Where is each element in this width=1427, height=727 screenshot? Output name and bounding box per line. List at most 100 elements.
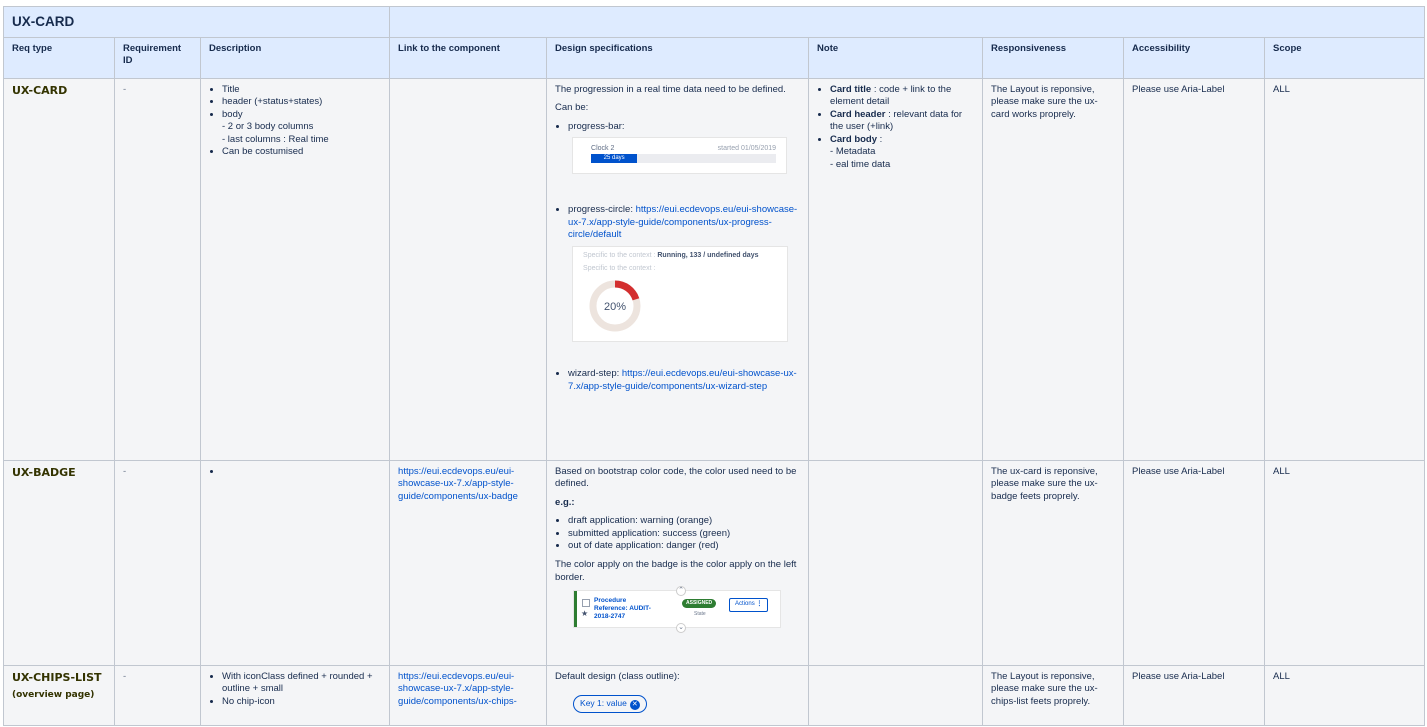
section-title: UX-CARD — [2, 6, 391, 38]
design-intro: The progression in a real time data need… — [555, 83, 786, 95]
responsiveness-cell: The Layout is reponsive, please make sur… — [982, 77, 1125, 461]
header-description: Description — [199, 36, 391, 79]
header-design: Design specifications — [546, 36, 810, 79]
eg-label: e.g.: — [555, 496, 575, 508]
section-title-row: UX-CARD — [2, 6, 1426, 38]
req-type-cell: UX-CHIPS-LIST (overview page) — [3, 664, 115, 726]
list-item: draft application: warning (orange) — [568, 515, 800, 528]
header-req-type: Req type — [3, 36, 115, 79]
progress-circle-percent: 20% — [604, 301, 626, 313]
requirements-table: UX-CARD Req type Requirement ID Descript… — [2, 6, 1426, 726]
req-type-label: UX-CHIPS-LIST — [12, 670, 102, 684]
list-item — [222, 466, 381, 479]
progress-bar-label: progress-bar: — [568, 121, 800, 134]
accessibility-cell: Please use Aria-Label — [1123, 77, 1266, 461]
sub-item: - eal time data — [830, 159, 891, 170]
note-cell: Card title : code + link to the element … — [808, 77, 984, 461]
table-row: UX-CHIPS-LIST (overview page) - With icon… — [3, 664, 1426, 726]
progress-circle-label: progress-circle: — [568, 204, 636, 216]
badge-left-border — [574, 591, 578, 628]
list-item: With iconClass defined + rounded + outli… — [222, 671, 381, 696]
context-prefix: Specific to the context : — [583, 252, 658, 259]
actions-button: Actions ⋮ — [729, 598, 769, 612]
header-accessibility: Accessibility — [1123, 36, 1266, 79]
req-id-cell: - — [114, 664, 201, 726]
req-id-cell: - — [114, 77, 201, 461]
badge-card-preview: ⌃ ★ Procedure Reference: AUDIT-2018-2747… — [573, 586, 782, 634]
chip-label: Key 1: value — [580, 698, 627, 709]
star-icon: ★ — [581, 609, 589, 619]
header-note: Note — [808, 36, 984, 79]
header-link: Link to the component — [389, 36, 548, 79]
note-cell — [808, 664, 984, 726]
design-cell: The progression in a real time data need… — [546, 77, 810, 461]
wizard-step-label: wizard-step: — [568, 368, 622, 379]
design-can-be: Can be: — [555, 102, 589, 114]
header-scope: Scope — [1264, 36, 1426, 79]
design-cell: Based on bootstrap color code, the color… — [546, 459, 810, 666]
note-bold: Card body — [830, 133, 878, 145]
list-item: Can be costumised — [222, 146, 381, 159]
description-cell: Title header (+status+states) body - 2 o… — [199, 77, 391, 461]
chevron-up-icon: ⌃ — [676, 586, 687, 597]
status-badge: ASSIGNED — [682, 599, 717, 608]
scope-cell: ALL — [1264, 664, 1426, 726]
design-outro: The color apply on the badge is the colo… — [555, 559, 797, 583]
req-type-cell: UX-BADGE — [3, 459, 115, 666]
header-responsiveness: Responsiveness — [982, 36, 1125, 79]
accessibility-cell: Please use Aria-Label — [1123, 664, 1266, 726]
context-line-1: Specific to the context : Running, 133 /… — [583, 251, 758, 260]
list-item: out of date application: danger (red) — [568, 540, 800, 553]
table-row: UX-CARD - Title header (+status+states) … — [3, 77, 1426, 461]
link-cell: https://eui.ecdevops.eu/eui-showcase-ux-… — [389, 459, 548, 666]
wizard-step-item: wizard-step: https://eui.ecdevops.eu/eui… — [568, 368, 800, 393]
checkbox-icon — [582, 599, 591, 608]
ux-badge-link[interactable]: https://eui.ecdevops.eu/eui-showcase-ux-… — [398, 466, 518, 502]
note-bold: Card header — [830, 108, 886, 120]
sub-item: - last columns : Real time — [222, 133, 329, 145]
progress-bar-preview: Clock 2 started 01/05/2019 25 days — [572, 137, 788, 175]
list-item: header (+status+states) — [222, 96, 381, 109]
description-cell: With iconClass defined + rounded + outli… — [199, 664, 391, 726]
design-intro: Based on bootstrap color code, the color… — [555, 465, 797, 490]
started-label: started 01/05/2019 — [717, 145, 777, 153]
list-item: body - 2 or 3 body columns - last column… — [222, 109, 381, 147]
scope-cell: ALL — [1264, 77, 1426, 461]
link-cell: https://eui.ecdevops.eu/eui-showcase-ux-… — [389, 664, 548, 726]
accessibility-cell: Please use Aria-Label — [1123, 459, 1266, 666]
procedure-reference: Procedure Reference: AUDIT-2018-2747 — [594, 597, 651, 620]
progress-circle-item: progress-circle: https://eui.ecdevops.eu… — [568, 204, 800, 242]
responsiveness-cell: The Layout is reponsive, please make sur… — [982, 664, 1125, 726]
list-item: submitted application: success (green) — [568, 528, 800, 541]
context-line-2: Specific to the context : — [583, 265, 656, 272]
note-item: Card body : - Metadata - eal time data — [830, 134, 974, 172]
progress-circle-preview: Specific to the context : Running, 133 /… — [572, 246, 789, 342]
note-item: Card title : code + link to the element … — [830, 84, 974, 109]
note-bold: Card title — [830, 83, 872, 95]
scope-cell: ALL — [1264, 459, 1426, 666]
section-title-filler — [389, 6, 1426, 38]
progress-track: 25 days — [591, 154, 777, 164]
req-id-cell: - — [114, 459, 201, 666]
design-eg: e.g.: — [555, 497, 800, 510]
state-label: State — [694, 611, 706, 618]
requirements-table-wrapper: UX-CARD Req type Requirement ID Descript… — [2, 6, 1426, 726]
note-text: : — [877, 133, 883, 145]
responsiveness-cell: The ux-card is reponsive, please make su… — [982, 459, 1125, 666]
progress-circle-chart: 20% — [589, 280, 641, 332]
actions-label: Actions — [735, 601, 755, 608]
description-cell — [199, 459, 391, 666]
design-intro: Default design (class outline): — [555, 670, 680, 682]
header-row: Req type Requirement ID Description Link… — [3, 36, 1426, 79]
req-type-cell: UX-CARD — [3, 77, 115, 461]
progress-fill: 25 days — [591, 154, 638, 164]
chevron-down-icon: ⌄ — [676, 623, 687, 634]
sub-item: - 2 or 3 body columns — [222, 121, 314, 133]
more-vertical-icon: ⋮ — [756, 601, 763, 608]
header-req-id: Requirement ID — [114, 36, 201, 79]
ux-chips-link[interactable]: https://eui.ecdevops.eu/eui-showcase-ux-… — [398, 671, 517, 707]
note-cell — [808, 459, 984, 666]
context-value: Running, 133 / undefined days — [657, 252, 759, 259]
chip-preview: Key 1: value ✕ — [573, 695, 647, 714]
close-icon: ✕ — [629, 700, 640, 711]
